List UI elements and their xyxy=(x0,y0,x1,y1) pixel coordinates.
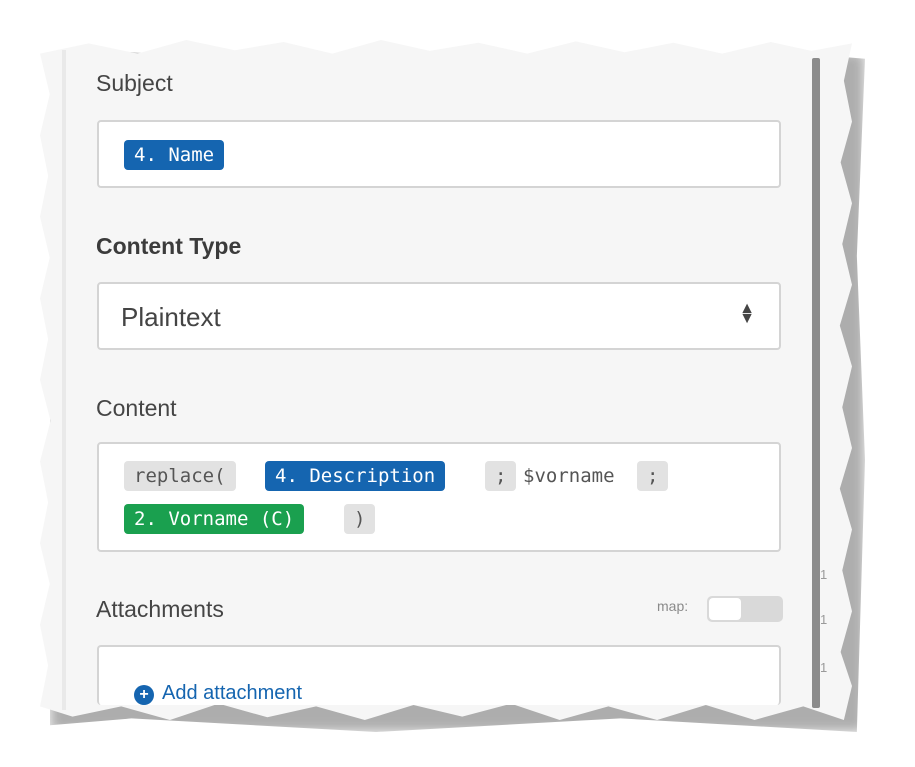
select-arrows-icon: ▲ ▼ xyxy=(739,300,755,327)
subject-field[interactable]: 4. Name xyxy=(97,120,781,188)
content-type-value: Plaintext xyxy=(121,302,221,332)
map-toggle-label: map: xyxy=(657,598,689,614)
description-chip[interactable]: 4. Description xyxy=(265,461,446,491)
plus-circle-icon: + xyxy=(134,685,154,705)
separator-chip[interactable]: ; xyxy=(637,461,669,491)
add-attachment-label: Add attachment xyxy=(162,682,303,704)
subject-label: Subject xyxy=(96,70,173,96)
background-digit: 1 xyxy=(820,567,828,582)
attachments-label: Attachments xyxy=(96,596,224,622)
map-toggle[interactable] xyxy=(707,596,783,622)
vorname-variable-text: $vorname xyxy=(523,465,615,487)
toggle-knob xyxy=(709,598,741,620)
content-label: Content xyxy=(96,395,177,421)
background-digit: 1 xyxy=(820,612,828,627)
panel-left-edge xyxy=(62,50,66,710)
content-type-select[interactable]: Plaintext ▲ ▼ xyxy=(97,282,781,350)
add-attachment-link[interactable]: + Add attachment xyxy=(134,682,302,705)
content-type-label: Content Type xyxy=(96,233,242,259)
subject-name-chip[interactable]: 4. Name xyxy=(124,140,225,170)
separator-chip[interactable]: ; xyxy=(485,461,517,491)
vertical-scrollbar[interactable] xyxy=(812,58,820,708)
background-digit: 1 xyxy=(820,660,828,675)
vorname-chip[interactable]: 2. Vorname (C) xyxy=(124,504,305,534)
content-field[interactable]: replace( 4. Description ; $vorname ; 2. … xyxy=(97,442,781,552)
replace-function-chip[interactable]: replace( xyxy=(124,461,236,491)
close-paren-chip[interactable]: ) xyxy=(344,504,376,534)
